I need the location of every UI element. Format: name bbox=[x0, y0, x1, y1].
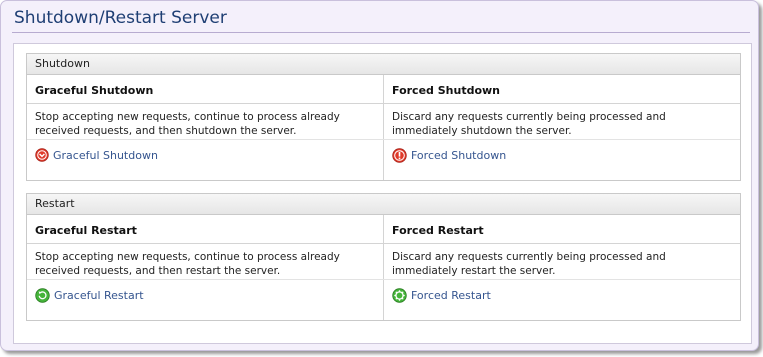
forced-restart-description-line2: immediately restart the server. bbox=[392, 265, 556, 277]
graceful-shutdown-action-cell: Graceful Shutdown bbox=[27, 140, 384, 180]
forced-restart-icon bbox=[392, 288, 407, 303]
graceful-shutdown-description: Stop accepting new requests, continue to… bbox=[27, 104, 384, 139]
graceful-shutdown-description-line2: received requests, and then shutdown the… bbox=[35, 125, 297, 137]
forced-shutdown-icon bbox=[392, 148, 407, 163]
shutdown-section-header: Shutdown bbox=[27, 54, 740, 75]
forced-shutdown-action-cell: Forced Shutdown bbox=[384, 140, 740, 180]
shutdown-heading-row: Graceful Shutdown Forced Shutdown bbox=[27, 75, 740, 104]
restart-section-header: Restart bbox=[27, 194, 740, 215]
graceful-restart-icon bbox=[35, 288, 50, 303]
restart-heading-row: Graceful Restart Forced Restart bbox=[27, 215, 740, 244]
graceful-restart-link[interactable]: Graceful Restart bbox=[35, 288, 144, 303]
graceful-shutdown-heading: Graceful Shutdown bbox=[27, 75, 384, 103]
graceful-shutdown-icon bbox=[35, 148, 49, 162]
forced-restart-action-cell: Forced Restart bbox=[384, 280, 740, 320]
shutdown-action-row: Graceful Shutdown Forced Shutdown bbox=[27, 140, 740, 180]
graceful-restart-heading: Graceful Restart bbox=[27, 215, 384, 243]
graceful-shutdown-link-label: Graceful Shutdown bbox=[53, 148, 158, 162]
graceful-restart-description-line1: Stop accepting new requests, continue to… bbox=[35, 251, 340, 263]
forced-restart-description-line1: Discard any requests currently being pro… bbox=[392, 251, 666, 263]
content-area: Shutdown Graceful Shutdown Forced Shutdo… bbox=[13, 43, 752, 344]
graceful-shutdown-link[interactable]: Graceful Shutdown bbox=[35, 148, 158, 162]
forced-shutdown-description: Discard any requests currently being pro… bbox=[384, 104, 740, 139]
graceful-shutdown-description-line1: Stop accepting new requests, continue to… bbox=[35, 111, 340, 123]
graceful-restart-description-line2: received requests, and then restart the … bbox=[35, 265, 281, 277]
restart-description-row: Stop accepting new requests, continue to… bbox=[27, 244, 740, 280]
forced-restart-link[interactable]: Forced Restart bbox=[392, 288, 491, 303]
forced-restart-description: Discard any requests currently being pro… bbox=[384, 244, 740, 279]
shutdown-section: Shutdown Graceful Shutdown Forced Shutdo… bbox=[26, 53, 741, 181]
title-divider bbox=[12, 32, 750, 33]
shutdown-description-row: Stop accepting new requests, continue to… bbox=[27, 104, 740, 140]
forced-shutdown-link-label: Forced Shutdown bbox=[411, 149, 507, 162]
panel-frame: Shutdown/Restart Server Shutdown Gracefu… bbox=[0, 0, 759, 351]
restart-section: Restart Graceful Restart Forced Restart … bbox=[26, 193, 741, 321]
graceful-restart-description: Stop accepting new requests, continue to… bbox=[27, 244, 384, 279]
forced-restart-heading: Forced Restart bbox=[392, 224, 484, 237]
page-title: Shutdown/Restart Server bbox=[14, 8, 227, 28]
forced-restart-link-label: Forced Restart bbox=[411, 289, 491, 302]
restart-action-row: Graceful Restart Forced Restart bbox=[27, 280, 740, 320]
forced-shutdown-heading: Forced Shutdown bbox=[392, 84, 501, 97]
forced-shutdown-link[interactable]: Forced Shutdown bbox=[392, 148, 506, 163]
graceful-restart-link-label: Graceful Restart bbox=[54, 289, 144, 302]
graceful-restart-action-cell: Graceful Restart bbox=[27, 280, 384, 320]
forced-shutdown-description-line1: Discard any requests currently being pro… bbox=[392, 111, 666, 123]
forced-shutdown-description-line2: immediately shutdown the server. bbox=[392, 125, 572, 137]
